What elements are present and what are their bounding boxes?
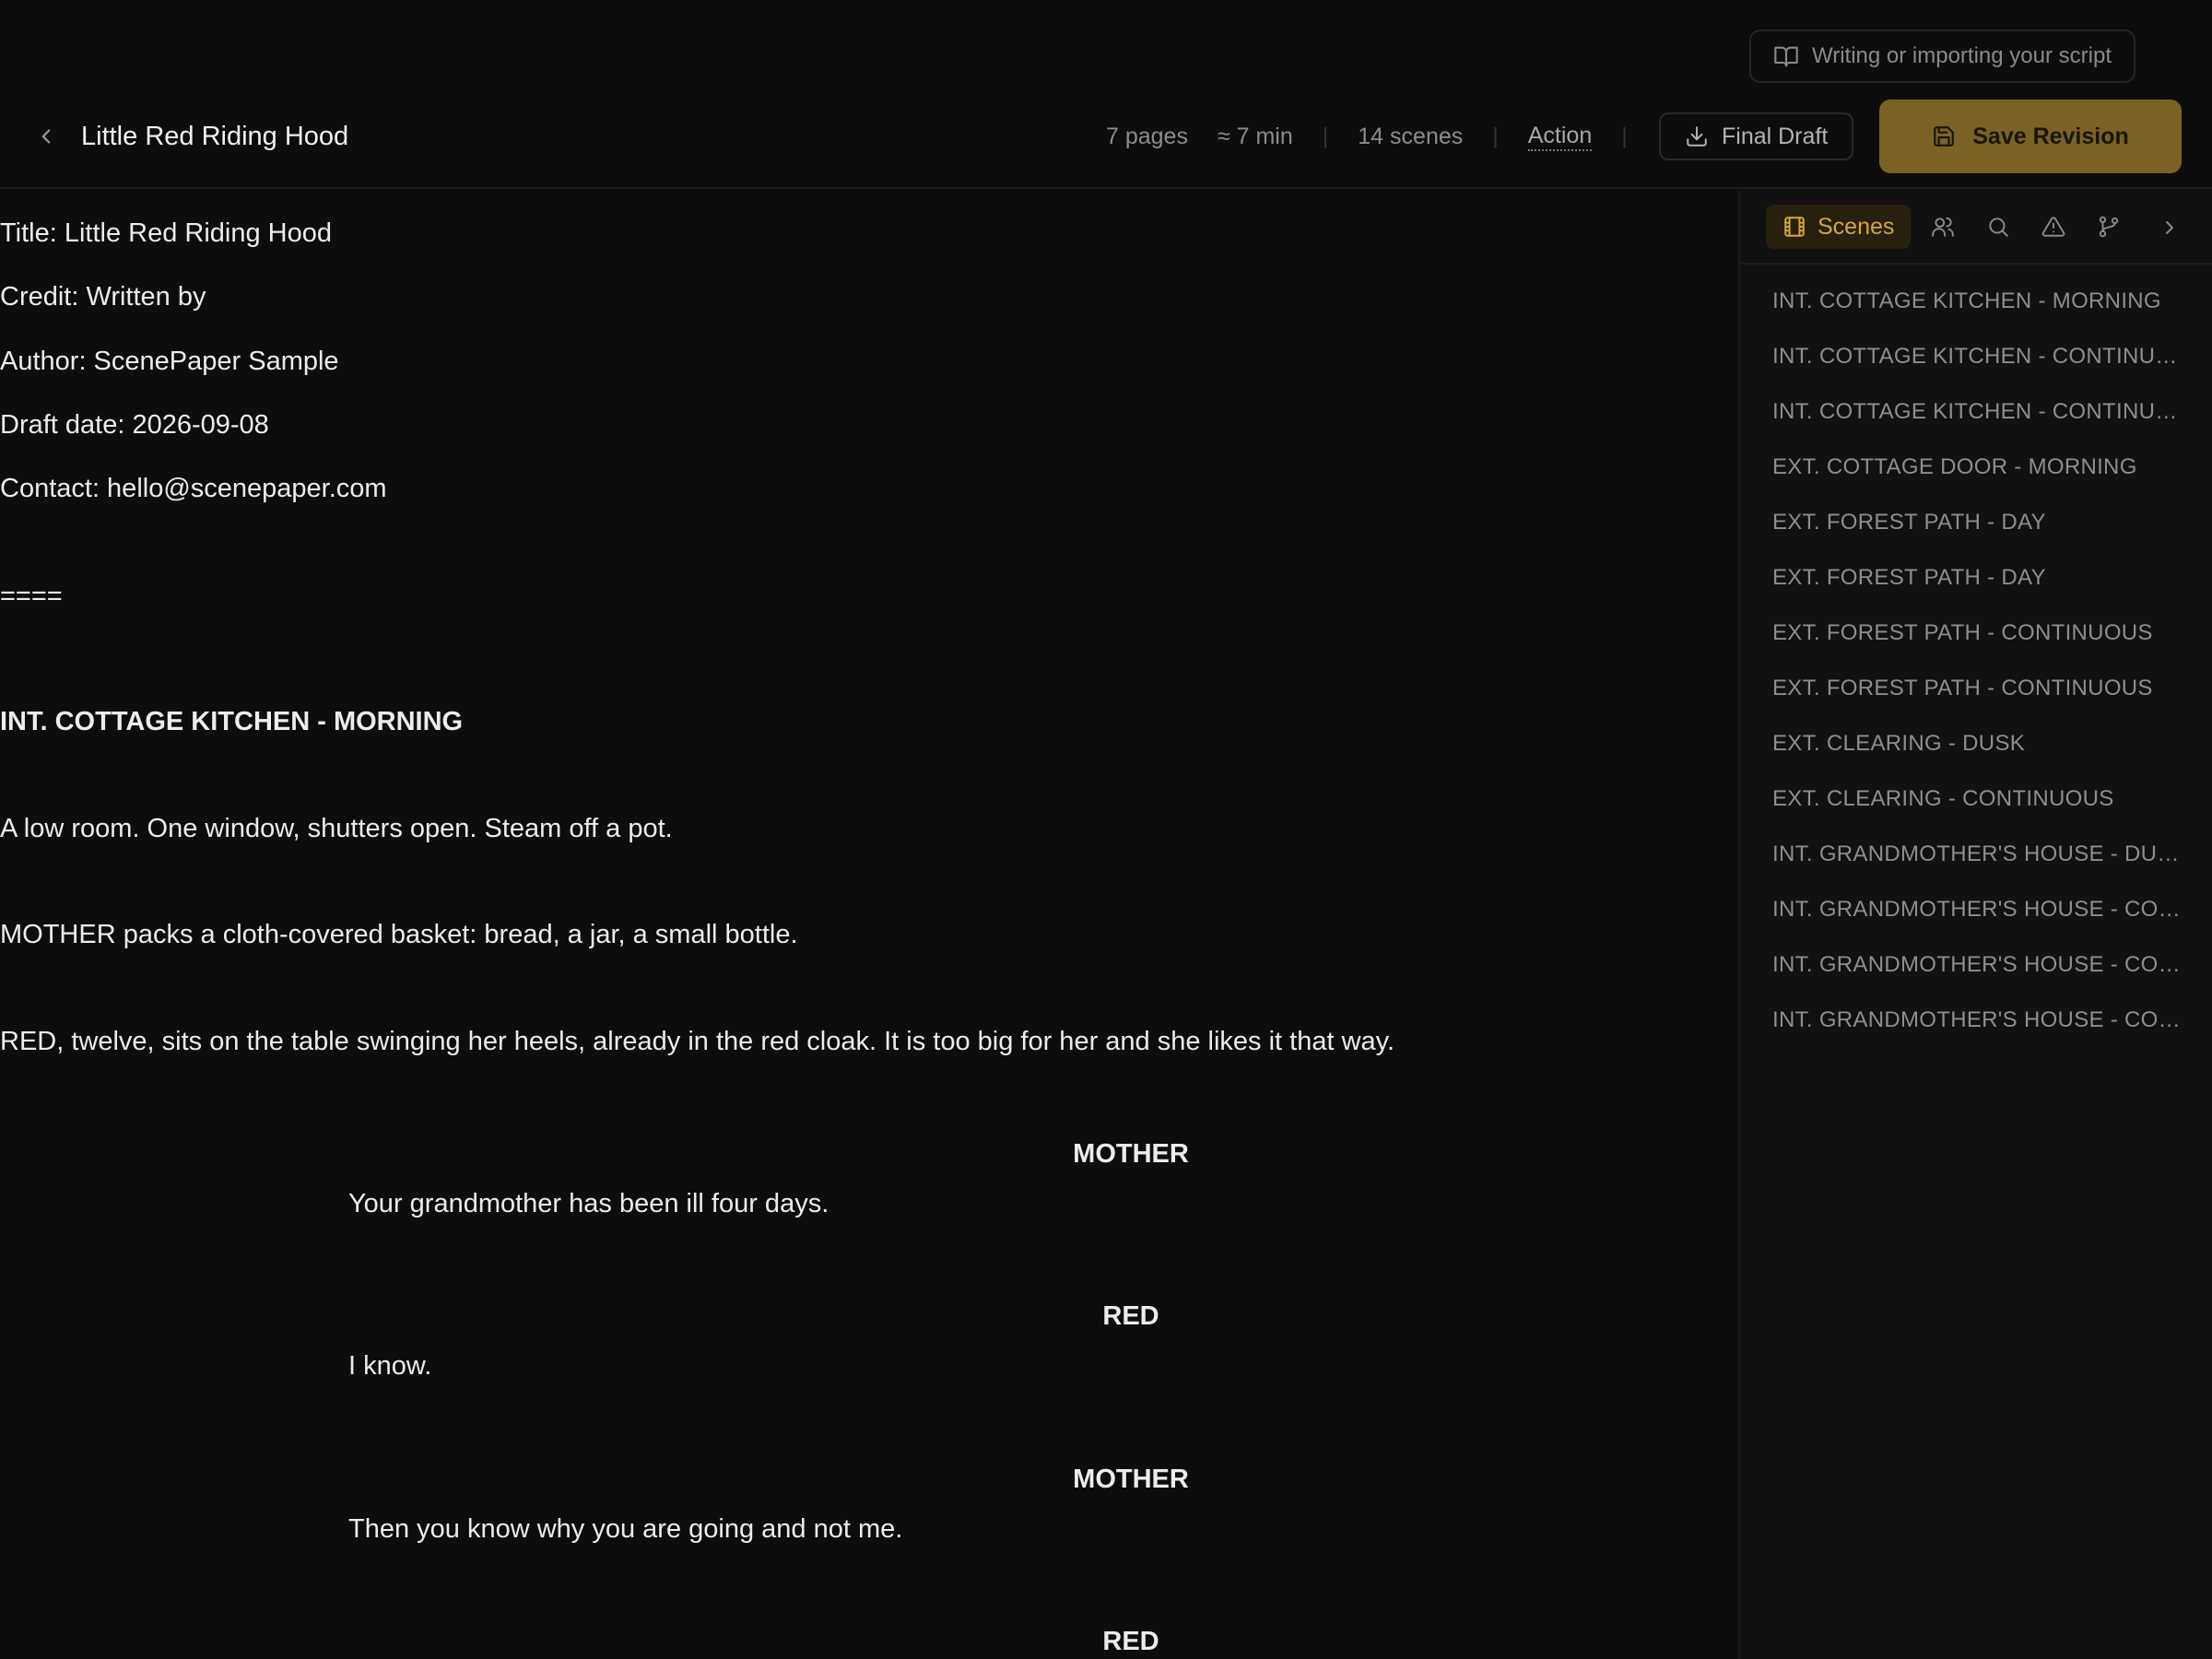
right-sidebar: Scenes INT. COTTAGE KITCHEN - MORNING IN… (1738, 191, 2212, 1659)
scene-count: 14 scenes (1358, 123, 1464, 149)
title-page-line[interactable]: Contact: hello@scenepaper.com (0, 470, 387, 507)
scene-list-item[interactable]: EXT. FOREST PATH - DAY (1740, 495, 2212, 550)
back-button[interactable] (28, 118, 65, 155)
git-branch-icon (2097, 215, 2121, 239)
character-cue[interactable]: RED (0, 1298, 1738, 1335)
action-line[interactable]: MOTHER packs a cloth-covered basket: bre… (0, 916, 798, 953)
scene-list-item[interactable]: INT. GRANDMOTHER'S HOUSE - CONTINUOUS (1740, 993, 2212, 1048)
title-page-line[interactable]: Title: Little Red Riding Hood (0, 215, 332, 252)
character-cue[interactable]: RED (0, 1623, 1738, 1659)
scene-list-item[interactable]: EXT. COTTAGE DOOR - MORNING (1740, 440, 2212, 495)
tab-scenes-label: Scenes (1818, 213, 1895, 240)
divider: | (1621, 123, 1628, 149)
scene-list-item[interactable]: INT. COTTAGE KITCHEN - CONTINUOUS (1740, 384, 2212, 440)
warning-icon (2041, 215, 2065, 239)
scene-list-item[interactable]: INT. GRANDMOTHER'S HOUSE - CONTINUOUS (1740, 882, 2212, 937)
chevron-left-icon (34, 124, 58, 148)
tab-characters[interactable] (1920, 205, 1966, 249)
action-line[interactable]: A low room. One window, shutters open. S… (0, 810, 673, 847)
script-editor[interactable]: Title: Little Red Riding Hood Credit: Wr… (0, 191, 1738, 1659)
export-label: Final Draft (1722, 123, 1829, 149)
scene-list-item[interactable]: EXT. FOREST PATH - CONTINUOUS (1740, 661, 2212, 716)
action-line[interactable]: RED, twelve, sits on the table swinging … (0, 1023, 1394, 1060)
document-title[interactable]: Little Red Riding Hood (81, 118, 348, 155)
scene-list-item[interactable]: INT. COTTAGE KITCHEN - CONTINUOUS (1740, 329, 2212, 384)
title-page-line[interactable]: Author: ScenePaper Sample (0, 343, 339, 380)
dialogue-line[interactable]: Your grandmother has been ill four days. (348, 1185, 829, 1222)
save-label: Save Revision (1972, 123, 2129, 149)
tab-search[interactable] (1975, 205, 2021, 249)
sidebar-tabs: Scenes (1740, 191, 2212, 265)
collapse-sidebar-button[interactable] (2147, 206, 2192, 250)
title-page-line[interactable]: Credit: Written by (0, 278, 206, 315)
scene-list-item[interactable]: INT. GRANDMOTHER'S HOUSE - DUSK (1740, 827, 2212, 882)
dialogue-line[interactable]: Then you know why you are going and not … (348, 1511, 902, 1547)
scene-list-item[interactable]: EXT. CLEARING - CONTINUOUS (1740, 771, 2212, 827)
scene-list-item[interactable]: INT. GRANDMOTHER'S HOUSE - CONTINUOUS (1740, 937, 2212, 993)
export-final-draft-button[interactable]: Final Draft (1659, 112, 1854, 160)
tab-branches[interactable] (2086, 205, 2132, 249)
character-cue[interactable]: MOTHER (0, 1135, 1738, 1172)
help-hint-label: Writing or importing your script (1812, 43, 2112, 68)
dialogue-line[interactable]: I know. (348, 1347, 431, 1384)
search-icon (1986, 215, 2010, 239)
download-icon (1685, 124, 1709, 148)
scene-list-item[interactable]: EXT. FOREST PATH - CONTINUOUS (1740, 606, 2212, 661)
chevron-right-icon (2159, 217, 2181, 239)
book-icon (1773, 43, 1799, 69)
scene-list-item[interactable]: EXT. FOREST PATH - DAY (1740, 550, 2212, 606)
divider: | (1492, 123, 1499, 149)
film-icon (1783, 215, 1806, 239)
save-icon (1932, 124, 1956, 148)
character-cue[interactable]: MOTHER (0, 1461, 1738, 1498)
help-hint-button[interactable]: Writing or importing your script (1749, 29, 2136, 83)
scene-heading[interactable]: INT. COTTAGE KITCHEN - MORNING (0, 703, 463, 740)
script-stats: 7 pages ≈ 7 min | 14 scenes | Action | (1106, 118, 1657, 155)
duration-estimate: ≈ 7 min (1217, 123, 1293, 149)
users-icon (1931, 215, 1955, 239)
scene-list-item[interactable]: INT. COTTAGE KITCHEN - MORNING (1740, 274, 2212, 329)
title-page-line[interactable]: Draft date: 2026-09-08 (0, 406, 269, 443)
page-count: 7 pages (1106, 123, 1188, 149)
page-break-marker[interactable]: ==== (0, 578, 63, 615)
tab-scenes[interactable]: Scenes (1766, 205, 1912, 249)
scene-list-item[interactable]: EXT. CLEARING - DUSK (1740, 716, 2212, 771)
element-type-selector[interactable]: Action (1527, 122, 1593, 151)
save-revision-button[interactable]: Save Revision (1879, 100, 2182, 173)
tab-warnings[interactable] (2030, 205, 2077, 249)
scene-list: INT. COTTAGE KITCHEN - MORNING INT. COTT… (1740, 265, 2212, 1048)
divider: | (1322, 123, 1329, 149)
top-bar: Writing or importing your script Little … (0, 0, 2212, 189)
